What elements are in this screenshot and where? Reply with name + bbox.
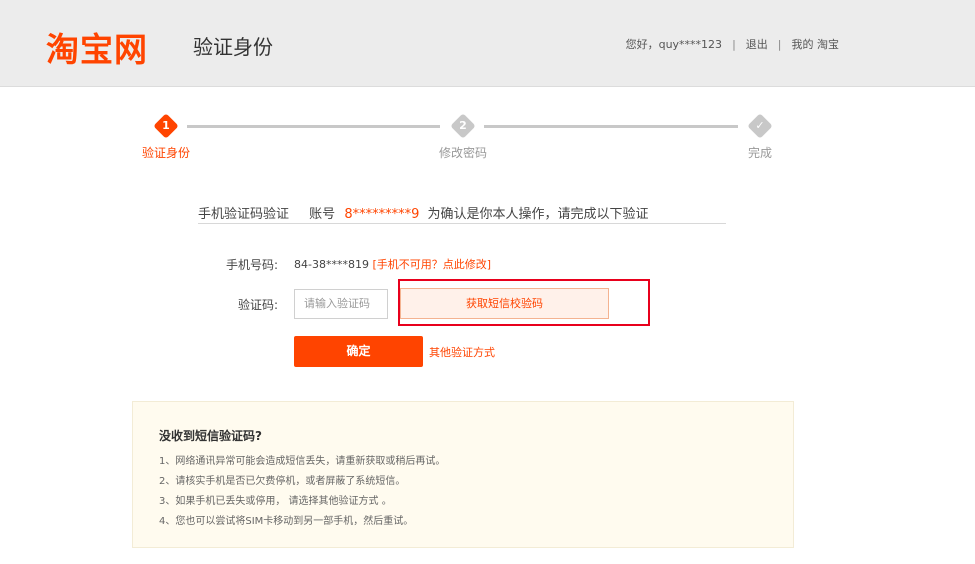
tip-item: 1、网络通讯异常可能会造成短信丢失，请重新获取或稍后再试。 — [159, 456, 446, 467]
tip-item: 2、请核实手机是否已欠费停机，或者屏蔽了系统短信。 — [159, 476, 406, 487]
step-1-label: 验证身份 — [142, 146, 191, 160]
divider: | — [777, 37, 782, 51]
page-title: 验证身份 — [193, 35, 273, 59]
phone-number: 84-38****819 — [294, 258, 369, 271]
divider: | — [732, 37, 736, 51]
verify-method-label: 手机验证码验证 — [198, 207, 290, 222]
phone-number-row: 84-38****819 [手机不可用？点此修改] — [294, 256, 491, 272]
step-3-number: ✓ — [755, 119, 765, 132]
code-label: 验证码: — [237, 298, 278, 312]
taobao-logo[interactable]: 淘宝网 — [46, 23, 148, 71]
phone-label: 手机号码: — [225, 258, 278, 272]
tips-title: 没收到短信验证码? — [159, 429, 262, 443]
confirm-button[interactable]: 确定 — [294, 336, 423, 367]
user-greeting: 您好，quy****123 — [625, 38, 723, 51]
top-header: 淘宝网 验证身份 您好，quy****123 | 退出 | 我的 淘宝 — [0, 0, 975, 87]
tip-item: 3、如果手机已丢失或停用， 请选择其他验证方式 。 — [159, 496, 392, 507]
tips-list: 1、网络通讯异常可能会造成短信丢失，请重新获取或稍后再试。 2、请核实手机是否已… — [159, 452, 445, 532]
other-verification-link[interactable]: 其他验证方式 — [429, 344, 495, 360]
step-2-number: 2 — [459, 119, 467, 132]
account-message: 为确认是你本人操作，请完成以下验证 — [427, 207, 649, 222]
logout-link[interactable]: 退出 — [746, 36, 768, 52]
account-value: 8*********9 — [344, 207, 420, 222]
step-connector — [187, 125, 440, 128]
step-2-label: 修改密码 — [439, 146, 488, 160]
my-taobao-link[interactable]: 我的 淘宝 — [792, 36, 840, 52]
verification-code-input[interactable]: 请输入验证码 — [294, 289, 388, 319]
highlight-annotation-box — [398, 279, 650, 326]
help-tips-panel: 没收到短信验证码? 1、网络通讯异常可能会造成短信丢失，请重新获取或稍后再试。 … — [132, 401, 794, 548]
phone-unavailable-link[interactable]: [手机不可用？点此修改] — [372, 258, 491, 271]
step-1-number: 1 — [162, 119, 170, 132]
verify-method-row: 手机验证码验证 账号 8*********9 为确认是你本人操作，请完成以下验证 — [198, 203, 726, 224]
tip-item: 4、您也可以尝试将SIM卡移动到另一部手机，然后重试。 — [159, 516, 414, 527]
step-3-label: 完成 — [748, 146, 773, 160]
account-prefix: 账号 — [309, 207, 336, 222]
header-user-links: 您好，quy****123 | 退出 | 我的 淘宝 — [626, 36, 839, 52]
step-connector — [484, 125, 738, 128]
